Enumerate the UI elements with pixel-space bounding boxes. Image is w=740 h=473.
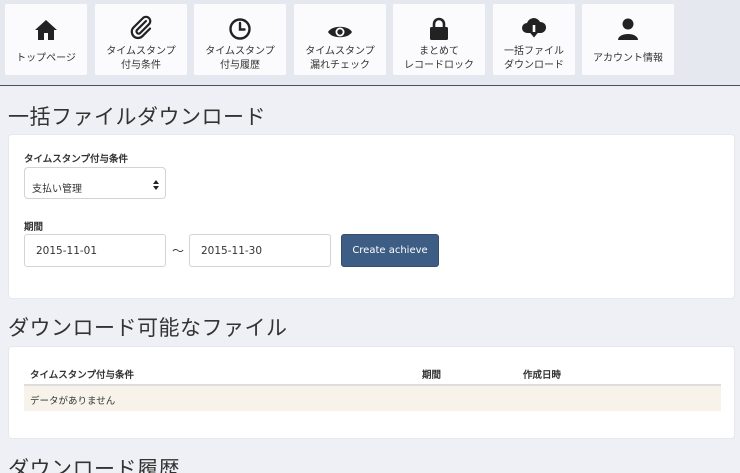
nav-timestamp-missing-check[interactable]: タイムスタンプ 漏れチェック <box>294 4 386 75</box>
nav-label: タイムスタンプ 漏れチェック <box>305 46 375 71</box>
table-empty-row: データがありません <box>24 386 721 411</box>
nav-label: アカウント情報 <box>593 53 663 64</box>
condition-select[interactable]: 支払い管理 <box>24 167 166 199</box>
nav-label: 一括ファイル ダウンロード <box>504 46 564 71</box>
top-navigation: トップページ タイムスタンプ 付与条件 タイムスタンプ 付与履歴 タイムスタンプ… <box>0 0 740 86</box>
nav-timestamp-conditions[interactable]: タイムスタンプ 付与条件 <box>95 4 187 75</box>
nav-label: タイムスタンプ 付与条件 <box>106 46 176 71</box>
nav-bulk-file-download[interactable]: 一括ファイル ダウンロード <box>493 4 575 75</box>
page-title: 一括ファイルダウンロード <box>8 105 266 129</box>
period-label: 期間 <box>24 222 44 233</box>
nav-top-page[interactable]: トップページ <box>5 4 87 75</box>
cloud-download-icon <box>521 9 547 41</box>
nav-account-info[interactable]: アカウント情報 <box>582 4 674 75</box>
nav-label: まとめて レコードロック <box>404 46 474 71</box>
create-archive-button[interactable]: Create achieve <box>341 234 439 267</box>
condition-label: タイムスタンプ付与条件 <box>24 154 129 165</box>
column-header-period: 期間 <box>422 370 442 381</box>
paperclip-icon <box>128 9 154 41</box>
clock-icon <box>228 9 252 41</box>
select-arrows-icon <box>153 180 159 190</box>
user-icon <box>616 9 640 41</box>
nav-label: トップページ <box>16 53 76 64</box>
column-header-condition: タイムスタンプ付与条件 <box>30 370 135 381</box>
bulk-download-form: タイムスタンプ付与条件 支払い管理 期間 2015-11-01 〜 2015-1… <box>8 134 735 299</box>
home-icon <box>34 9 58 41</box>
nav-label: タイムスタンプ 付与履歴 <box>205 46 275 71</box>
lock-icon <box>428 9 450 41</box>
end-date-input[interactable]: 2015-11-30 <box>189 234 331 267</box>
files-panel: タイムスタンプ付与条件 期間 作成日時 データがありません <box>8 346 735 439</box>
history-section-title: ダウンロード履歴 <box>8 457 180 473</box>
files-section-title: ダウンロード可能なファイル <box>8 316 288 340</box>
nav-timestamp-history[interactable]: タイムスタンプ 付与履歴 <box>194 4 286 75</box>
date-separator: 〜 <box>172 244 185 258</box>
eye-icon <box>327 9 353 41</box>
column-header-created-at: 作成日時 <box>523 370 562 381</box>
start-date-input[interactable]: 2015-11-01 <box>24 234 166 267</box>
nav-bulk-record-lock[interactable]: まとめて レコードロック <box>393 4 485 75</box>
condition-select-value: 支払い管理 <box>32 184 82 195</box>
